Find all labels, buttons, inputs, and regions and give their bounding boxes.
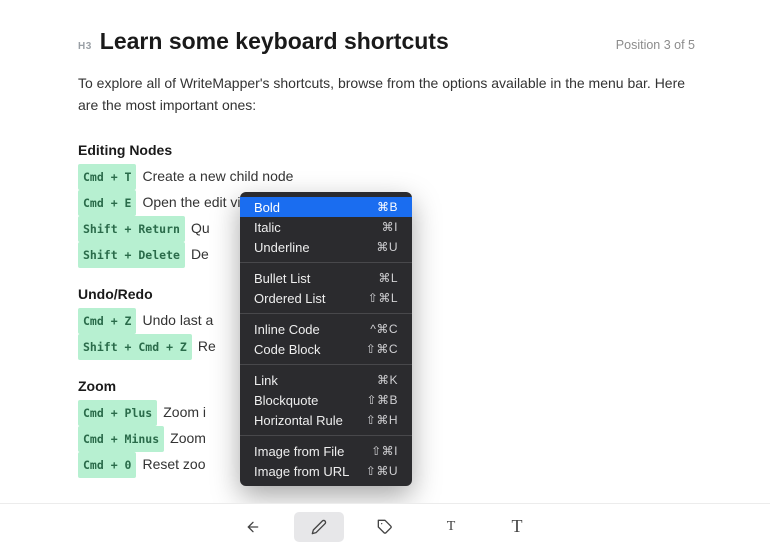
menu-item-code-block[interactable]: Code Block ⇧⌘C [240,339,412,359]
kbd: Cmd + T [78,164,136,190]
menu-item-shortcut: ⇧⌘C [366,342,398,356]
section-title: Editing Nodes [78,142,695,158]
lead-paragraph: To explore all of WriteMapper's shortcut… [78,73,695,116]
menu-item-ordered-list[interactable]: Ordered List ⇧⌘L [240,288,412,308]
shortcut-desc: Re [198,338,216,354]
text-large-button[interactable]: T [492,512,542,542]
menu-item-image-from-file[interactable]: Image from File ⇧⌘I [240,441,412,461]
shortcut-desc: De [191,246,209,262]
menu-item-shortcut: ⌘L [378,271,398,285]
menu-item-label: Code Block [254,342,320,357]
menu-item-shortcut: ^⌘C [370,322,398,336]
menu-item-shortcut: ⇧⌘U [366,464,398,478]
kbd: Cmd + E [78,190,136,216]
menu-item-label: Image from URL [254,464,349,479]
type-small-icon: T [447,519,456,535]
menu-item-shortcut: ⇧⌘B [366,393,398,407]
menu-item-label: Italic [254,220,281,235]
menu-item-underline[interactable]: Underline ⌘U [240,237,412,257]
menu-item-blockquote[interactable]: Blockquote ⇧⌘B [240,390,412,410]
menu-item-shortcut: ⌘U [376,240,398,254]
page-title: Learn some keyboard shortcuts [100,28,616,55]
menu-item-shortcut: ⇧⌘H [366,413,398,427]
menu-item-shortcut: ⌘K [377,373,398,387]
menu-group: Link ⌘K Blockquote ⇧⌘B Horizontal Rule ⇧⌘H [240,364,412,430]
arrow-left-icon [245,519,261,535]
tag-button[interactable] [360,512,410,542]
menu-item-shortcut: ⇧⌘L [368,291,398,305]
menu-group: Bold ⌘B Italic ⌘I Underline ⌘U [240,197,412,257]
pencil-icon [311,519,327,535]
back-button[interactable] [228,512,278,542]
header-row: H3 Learn some keyboard shortcuts Positio… [78,28,695,55]
kbd: Shift + Return [78,216,185,242]
kbd: Cmd + Z [78,308,136,334]
menu-item-label: Underline [254,240,310,255]
menu-item-link[interactable]: Link ⌘K [240,370,412,390]
menu-item-label: Inline Code [254,322,320,337]
format-context-menu[interactable]: Bold ⌘B Italic ⌘I Underline ⌘U Bullet List ⌘… [240,192,412,486]
menu-item-shortcut: ⌘I [382,220,398,234]
shortcut-desc: Create a new child node [142,168,293,184]
kbd: Cmd + 0 [78,452,136,478]
menu-item-horizontal-rule[interactable]: Horizontal Rule ⇧⌘H [240,410,412,430]
shortcut-desc: Zoom i [163,404,206,420]
menu-item-bold[interactable]: Bold ⌘B [240,197,412,217]
edit-button[interactable] [294,512,344,542]
shortcut-row: Cmd + T Create a new child node [78,164,695,190]
menu-item-italic[interactable]: Italic ⌘I [240,217,412,237]
menu-item-label: Link [254,373,278,388]
kbd: Cmd + Plus [78,400,157,426]
menu-item-label: Bullet List [254,271,310,286]
menu-item-label: Image from File [254,444,344,459]
menu-item-shortcut: ⌘B [377,200,398,214]
text-small-button[interactable]: T [426,512,476,542]
shortcut-desc: Zoom [170,430,206,446]
shortcut-desc: Undo last a [142,312,213,328]
menu-group: Image from File ⇧⌘I Image from URL ⇧⌘U [240,435,412,481]
heading-level-badge: H3 [78,41,92,52]
position-indicator: Position 3 of 5 [616,38,695,52]
shortcut-desc: Qu [191,220,210,236]
kbd: Cmd + Minus [78,426,164,452]
menu-item-shortcut: ⇧⌘I [371,444,398,458]
menu-group: Inline Code ^⌘C Code Block ⇧⌘C [240,313,412,359]
menu-item-label: Horizontal Rule [254,413,343,428]
menu-item-label: Bold [254,200,280,215]
menu-item-inline-code[interactable]: Inline Code ^⌘C [240,319,412,339]
kbd: Shift + Delete [78,242,185,268]
kbd: Shift + Cmd + Z [78,334,192,360]
menu-item-label: Blockquote [254,393,318,408]
shortcut-desc: Reset zoo [142,456,205,472]
menu-item-image-from-url[interactable]: Image from URL ⇧⌘U [240,461,412,481]
tag-icon [377,519,393,535]
menu-item-bullet-list[interactable]: Bullet List ⌘L [240,268,412,288]
type-large-icon: T [512,516,523,537]
bottom-toolbar: T T [0,503,770,549]
menu-item-label: Ordered List [254,291,326,306]
menu-group: Bullet List ⌘L Ordered List ⇧⌘L [240,262,412,308]
